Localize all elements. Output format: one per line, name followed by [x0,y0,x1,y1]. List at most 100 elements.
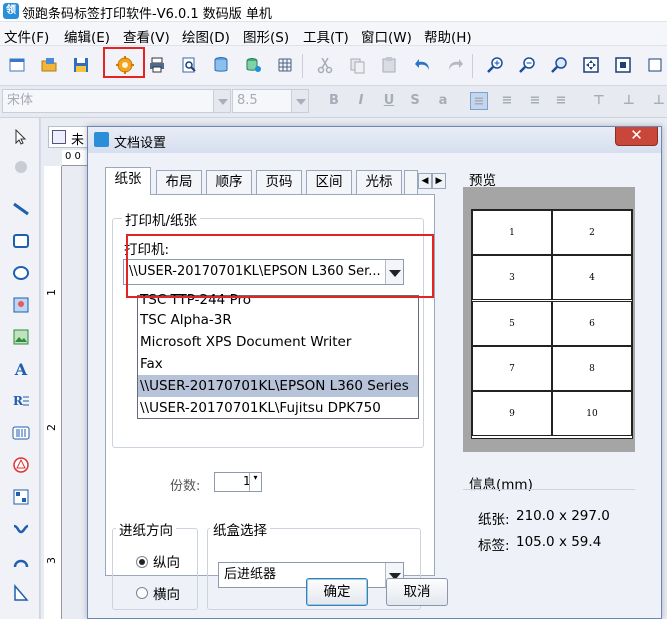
tab-scroll-left-icon[interactable]: ◀ [418,173,432,189]
actual-size-icon[interactable] [612,54,634,76]
menu-bar: 文件(F) 编辑(E) 查看(V) 绘图(D) 图形(S) 工具(T) 窗口(W… [0,22,667,46]
tab-order[interactable]: 顺序 [206,170,252,194]
fit-page-icon[interactable] [580,54,602,76]
paper-tray-title: 纸盒选择 [210,519,270,539]
pan-tool-icon[interactable] [10,156,32,178]
menu-window[interactable]: 窗口(W) [361,26,412,46]
menu-shape[interactable]: 图形(S) [243,26,289,46]
toolbar-highlight-box [103,47,145,78]
font-size-dropdown-icon[interactable] [291,89,309,113]
tab-cursor[interactable]: 光标 [356,170,402,194]
redo-icon[interactable] [444,54,466,76]
align-middle-icon[interactable]: ⊥ [620,92,638,110]
dialog-app-icon [94,132,109,147]
rectangle-tool-icon[interactable] [10,230,32,252]
tab-layout[interactable]: 布局 [156,170,202,194]
rich-text-tool-icon[interactable]: R [10,390,32,412]
printer-option[interactable]: Microsoft XPS Document Writer [138,331,418,353]
menu-file[interactable]: 文件(F) [4,26,49,46]
paste-icon[interactable] [378,54,400,76]
menu-view[interactable]: 查看(V) [123,26,170,46]
tab-scroll-arrows[interactable]: ◀ ▶ [418,173,446,191]
align-right-icon[interactable]: ≡ [526,92,544,110]
menu-tools[interactable]: 工具(T) [303,26,349,46]
printer-option[interactable]: \\USER-20170701KL\Fujitsu DPK750 [138,397,418,419]
italic-icon[interactable]: I [352,92,370,110]
close-icon[interactable]: ✕ [615,127,658,146]
preview-paper: 1 2 3 4 5 6 7 8 9 10 [471,209,633,439]
printer-highlight-box [126,234,434,298]
printer-option-selected[interactable]: \\USER-20170701KL\EPSON L360 Series [138,375,418,397]
menu-edit[interactable]: 编辑(E) [64,26,110,46]
qrcode-tool-icon[interactable] [10,486,32,508]
app-title: 领跑条码标签打印软件-V6.0.1 数码版 单机 [22,7,272,22]
menu-help[interactable]: 帮助(H) [424,26,472,46]
document-tab-label: 未 [71,133,85,148]
bold-icon[interactable]: B [325,92,343,110]
text-tool-icon[interactable]: A [10,358,32,380]
align-justify-icon[interactable]: ≡ [552,92,570,110]
font-toolbar: 宋体 8.5 B I U S a ≡ ≡ ≡ ≡ ⊤ ⊥ ⊥ [0,86,667,118]
new-document-icon[interactable] [6,54,28,76]
font-name-dropdown-icon[interactable] [213,89,231,113]
tab-paper[interactable]: 纸张 [105,167,151,195]
align-top-icon[interactable]: ⊤ [590,92,608,110]
menu-draw[interactable]: 绘图(D) [182,26,230,46]
tab-page-number[interactable]: 页码 [256,170,302,194]
align-center-icon[interactable]: ≡ [498,92,516,110]
database-icon[interactable] [210,54,232,76]
tab-scroll-right-icon[interactable]: ▶ [432,173,446,189]
print-preview-icon[interactable] [178,54,200,76]
barcode-tool-icon[interactable] [10,422,32,444]
line-tool-icon[interactable] [10,198,32,220]
printer-option[interactable]: TSC Alpha-3R [138,309,418,331]
label-size-label: 标签: [478,538,510,554]
main-toolbar [0,46,667,86]
tab-range[interactable]: 区间 [306,170,352,194]
paper-size-label: 纸张: [478,512,510,528]
paper-tray-value: 后进纸器 [224,567,277,582]
font-name-combo[interactable]: 宋体 [2,89,214,113]
polygon-tool-icon[interactable] [10,582,32,604]
pointer-tool-icon[interactable] [10,126,32,148]
shape-tool-icon[interactable] [10,454,32,476]
more-tools-icon[interactable] [644,54,666,76]
preview-label-cell: 4 [552,255,632,300]
tab-more[interactable] [404,170,418,194]
landscape-radio[interactable] [136,587,148,599]
printer-option[interactable]: Fax [138,353,418,375]
preview-label-cell: 10 [552,391,632,436]
portrait-label: 纵向 [153,555,180,571]
image-tool-icon[interactable] [10,294,32,316]
font-size-combo[interactable]: 8.5 [232,89,292,113]
text-style-icon[interactable]: a [434,92,452,110]
print-icon[interactable] [146,54,168,76]
copies-label: 份数: [170,479,201,494]
portrait-radio[interactable] [136,556,148,568]
underline-icon[interactable]: U [380,92,398,110]
zoom-in-icon[interactable] [484,54,506,76]
data-source-icon[interactable] [242,54,264,76]
arc-tool-icon[interactable] [10,550,32,572]
zoom-out-icon[interactable] [516,54,538,76]
strikethrough-icon[interactable]: S [406,92,424,110]
copies-spinner[interactable]: 1 ▾ [214,472,262,492]
picture-tool-icon[interactable] [10,326,32,348]
align-left-icon[interactable]: ≡ [470,92,488,110]
align-bottom-icon[interactable]: ⊥ [650,92,667,110]
spinner-arrows-icon[interactable]: ▾ [249,473,261,491]
ellipse-tool-icon[interactable] [10,262,32,284]
save-icon[interactable] [70,54,92,76]
printer-dropdown-list: TSC TTP-244 Pro TSC Alpha-3R Microsoft X… [137,293,419,419]
ok-button[interactable]: 确定 [306,578,368,606]
title-bar: 领 领跑条码标签打印软件-V6.0.1 数码版 单机 [0,0,667,22]
undo-icon[interactable] [412,54,434,76]
cancel-button[interactable]: 取消 [386,578,448,606]
curve-tool-icon[interactable] [10,518,32,540]
open-folder-icon[interactable] [38,54,60,76]
grid-icon[interactable] [274,54,296,76]
copy-icon[interactable] [346,54,368,76]
preview-title: 预览 [469,173,496,189]
zoom-icon[interactable] [548,54,570,76]
cut-icon[interactable] [314,54,336,76]
